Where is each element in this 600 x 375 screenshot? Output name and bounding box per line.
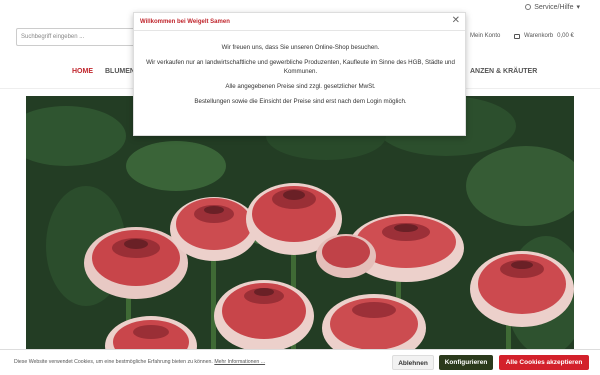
modal-title: Willkommen bei Weigelt Samen [140,19,230,25]
service-help-label: Service/Hilfe [534,3,574,11]
search-placeholder: Suchbegriff eingeben ... [21,34,85,40]
cart-link[interactable]: Warenkorb 0,00 € [514,33,574,39]
modal-paragraph-customers: Wir verkaufen nur an landwirtschaftliche… [146,59,455,75]
service-help-link[interactable]: Service/Hilfe ▾ [525,3,580,11]
hero-image [26,96,574,375]
modal-paragraph-welcome: Wir freuen uns, dass Sie unseren Online-… [221,44,380,51]
modal-divider [134,30,465,31]
nav-item-blumen[interactable]: BLUMEN [105,68,135,75]
configure-cookies-button[interactable]: Konfigurieren [439,355,493,370]
account-link[interactable]: Mein Konto [470,33,500,39]
cart-label: Warenkorb [524,33,554,39]
cart-total: 0,00 € [557,33,574,39]
accept-all-cookies-button[interactable]: Alle Cookies akzeptieren [499,355,589,370]
cart-icon [514,33,520,39]
modal-paragraph-vat: Alle angegebenen Preise sind zzgl. geset… [225,83,376,90]
more-info-link[interactable]: Mehr Informationen ... [214,359,265,365]
help-icon [525,4,532,10]
cookie-text: Diese Website verwendet Cookies, um eine… [14,359,213,365]
reject-cookies-button[interactable]: Ablehnen [392,355,434,370]
modal-paragraph-login: Bestellungen sowie die Einsicht der Prei… [194,98,407,105]
close-icon[interactable]: ✕ [452,16,460,26]
modal-body: Wir freuen uns, dass Sie unseren Online-… [144,43,457,112]
nav-item-home[interactable]: HOME [72,68,93,75]
cookie-bar: Diese Website verwendet Cookies, um eine… [0,349,600,375]
cookie-notice: Diese Website verwendet Cookies, um eine… [14,359,265,365]
account-label: Mein Konto [470,33,501,39]
chevron-down-icon: ▾ [576,4,580,11]
welcome-modal: Willkommen bei Weigelt Samen ✕ Wir freue… [133,12,466,136]
nav-item-kraeuter[interactable]: ANZEN & KRÄUTER [470,68,537,75]
zinnia-flowers-image [26,96,574,375]
